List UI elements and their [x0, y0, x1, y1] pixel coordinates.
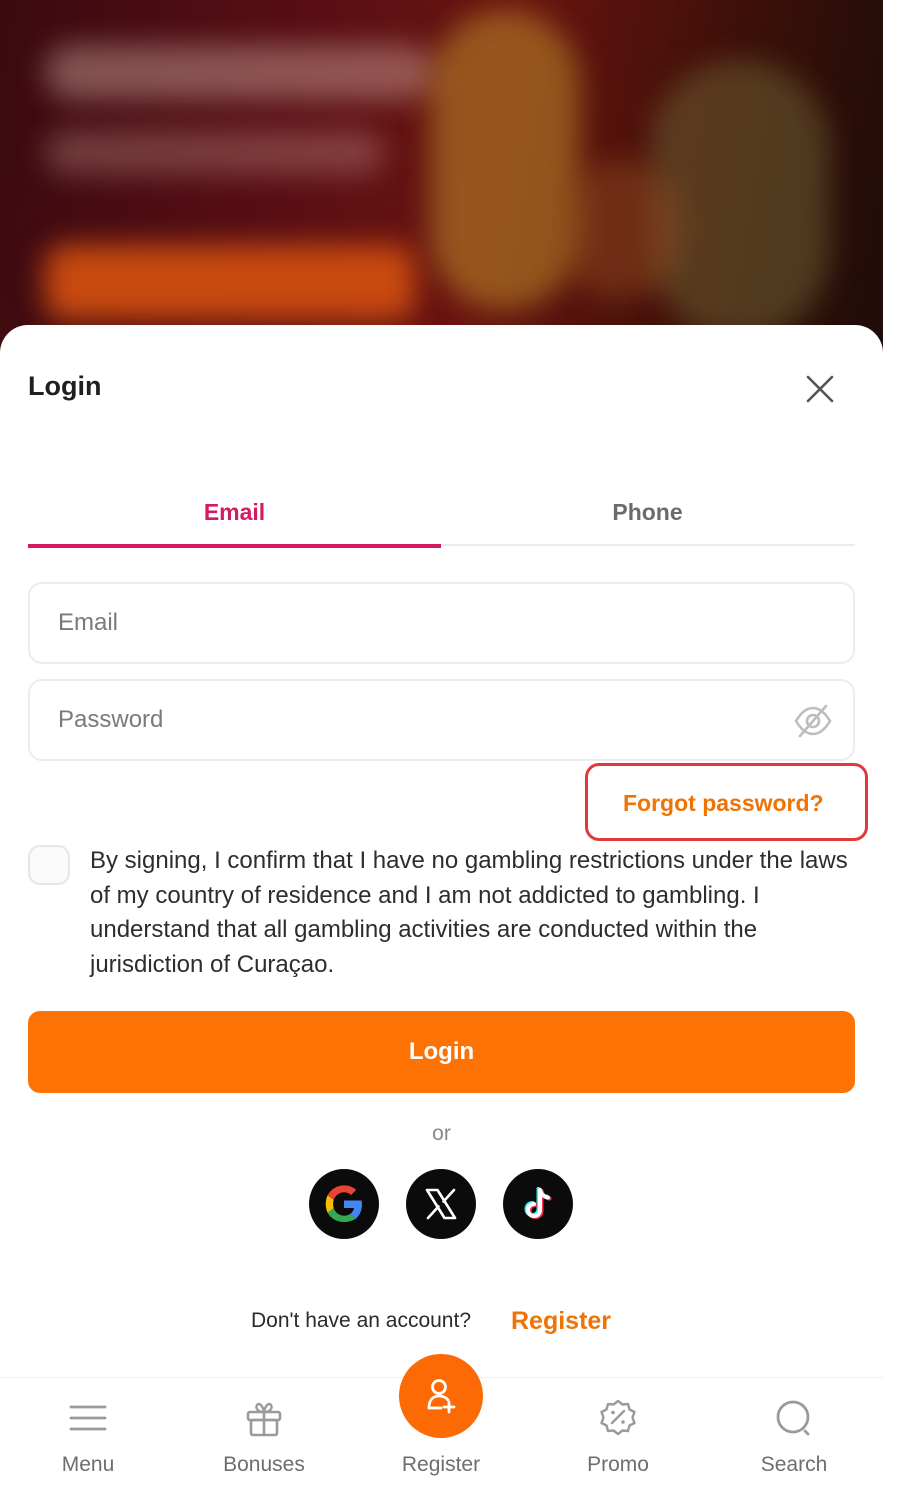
register-link[interactable]: Register [511, 1307, 611, 1336]
or-divider: or [432, 1122, 451, 1145]
nav-label-bonuses: Bonuses [223, 1453, 305, 1476]
tiktok-login-button[interactable] [503, 1169, 573, 1239]
tiktok-icon [524, 1187, 552, 1220]
register-fab[interactable] [399, 1354, 483, 1438]
forgot-password-link[interactable]: Forgot password? [623, 790, 824, 817]
nav-item-promo[interactable]: Promo [530, 1378, 706, 1488]
consent-text: By signing, I confirm that I have no gam… [90, 847, 848, 979]
nav-item-search[interactable]: Search [706, 1378, 882, 1488]
close-button[interactable] [800, 369, 840, 409]
login-modal: Login Email Phone Forgot password? By si… [0, 325, 883, 1488]
nav-label-search: Search [760, 1453, 828, 1476]
consent-checkbox[interactable] [28, 845, 70, 885]
password-field-container [28, 679, 855, 761]
email-field[interactable] [58, 584, 758, 662]
blurred-cta-button [45, 245, 415, 320]
google-icon [325, 1185, 362, 1222]
hamburger-menu-icon [69, 1405, 107, 1431]
page-edge [883, 0, 900, 1488]
eye-off-icon[interactable] [792, 700, 834, 742]
tab-email[interactable]: Email [28, 490, 441, 548]
promo-badge-icon [600, 1399, 636, 1436]
blurred-figure [650, 60, 830, 340]
background-hero-banner [0, 0, 883, 360]
add-user-icon [427, 1379, 456, 1414]
nav-label-menu: Menu [61, 1453, 115, 1476]
x-login-button[interactable] [406, 1169, 476, 1239]
blurred-subheadline [45, 130, 385, 175]
search-icon [776, 1400, 810, 1436]
password-field[interactable] [58, 681, 758, 759]
blurred-figure [560, 160, 680, 300]
blurred-headline [45, 45, 435, 100]
login-button[interactable]: Login [28, 1011, 855, 1093]
forgot-password-highlight: Forgot password? [585, 763, 868, 841]
blurred-figure [430, 10, 580, 310]
nav-label-register: Register [401, 1453, 481, 1476]
x-icon [425, 1188, 457, 1220]
nav-label-promo: Promo [587, 1453, 649, 1476]
modal-title: Login [28, 371, 102, 401]
bottom-navigation: Menu Bonuses Register Promo Search [0, 1354, 883, 1488]
tab-phone[interactable]: Phone [441, 490, 854, 546]
gift-icon [246, 1402, 282, 1437]
email-field-container [28, 582, 855, 664]
nav-item-register[interactable]: Register [353, 1354, 529, 1488]
login-method-tabs: Email Phone [28, 490, 855, 548]
close-icon [806, 375, 834, 403]
no-account-text: Don't have an account? [251, 1309, 471, 1332]
nav-item-menu[interactable]: Menu [0, 1378, 176, 1488]
google-login-button[interactable] [309, 1169, 379, 1239]
nav-item-bonuses[interactable]: Bonuses [176, 1378, 352, 1488]
